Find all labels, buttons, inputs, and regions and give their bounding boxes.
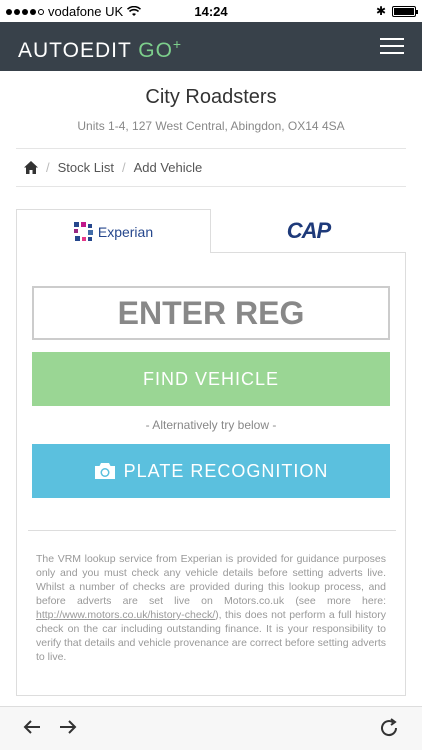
disclaimer-text: The VRM lookup service from Experian is … [36,552,386,664]
plate-recognition-button[interactable]: PLATE RECOGNITION [32,444,390,498]
history-check-link[interactable]: http://www.motors.co.uk/history-check/ [36,609,215,621]
cap-logo: CAP [286,217,331,243]
alternative-text: - Alternatively try below - [145,418,277,432]
tab-cap[interactable]: CAP [211,209,406,253]
status-time: 14:24 [194,4,228,19]
dealer-header: City Roadsters Units 1-4, 127 West Centr… [0,86,422,133]
reg-input[interactable]: ENTER REG [32,286,390,340]
brand-main: AUTOEDIT [18,39,139,62]
forward-arrow-icon[interactable] [58,717,78,737]
dealer-address: Units 1-4, 127 West Central, Abingdon, O… [77,119,345,133]
disclaimer-part1: The VRM lookup service from Experian is … [36,553,386,607]
brand-plus: + [172,36,183,52]
breadcrumb-separator: / [46,160,50,175]
refresh-icon[interactable] [378,717,400,739]
app-logo[interactable]: AUTOEDIT GO+ [18,36,182,63]
dealer-name: City Roadsters [145,86,277,108]
camera-icon [94,463,115,479]
breadcrumb: / Stock List / Add Vehicle [24,160,202,175]
menu-icon[interactable] [380,38,404,54]
provider-tabs: Experian CAP [16,209,406,253]
plate-recognition-label: PLATE RECOGNITION [123,460,329,481]
home-icon[interactable] [24,161,38,174]
experian-logo-icon [73,221,93,241]
status-bar: vodafone UK 14:24 ✱ [0,0,422,22]
breadcrumb-stock-list[interactable]: Stock List [58,160,114,175]
bluetooth-icon: ✱ [375,4,386,18]
divider [16,148,406,149]
tab-experian[interactable]: Experian [16,209,211,253]
divider [16,186,406,187]
experian-label: Experian [97,223,154,240]
divider [28,530,396,531]
top-navbar: AUTOEDIT GO+ [0,22,422,71]
breadcrumb-separator: / [121,160,126,175]
breadcrumb-add-vehicle: Add Vehicle [133,160,203,175]
brand-go: GO [138,39,173,62]
battery-icon [392,5,418,17]
back-arrow-icon[interactable] [22,717,42,737]
find-vehicle-button[interactable]: FIND VEHICLE [32,352,390,406]
browser-toolbar [0,706,422,750]
